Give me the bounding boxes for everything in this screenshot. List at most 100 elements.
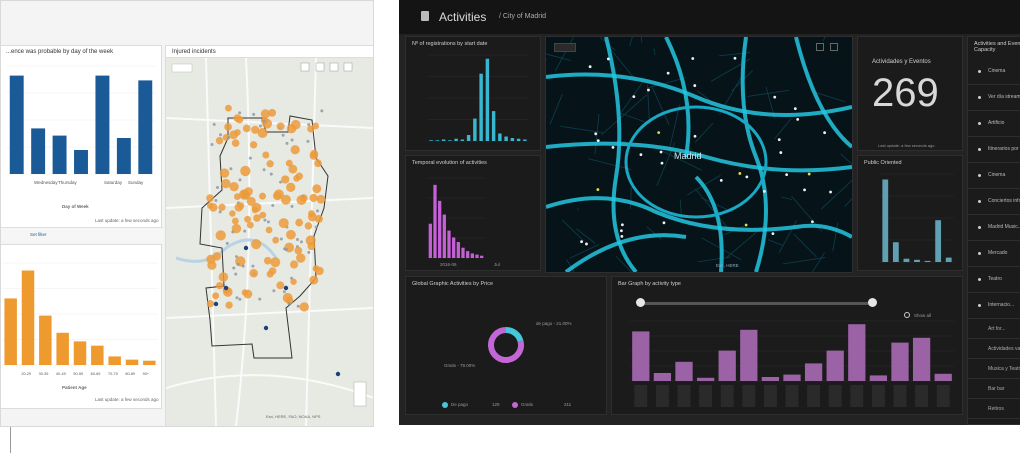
activity-list-footer-item[interactable]: Bar bar	[968, 379, 1020, 399]
incident-point	[284, 242, 295, 253]
map-fullscreen-icon[interactable]	[830, 43, 838, 51]
age-tick-label: 50-59	[73, 372, 83, 376]
activity-list-item[interactable]: Itinerarios por el Parque del Retiro	[968, 137, 1020, 163]
kpi-value: 269	[872, 71, 939, 115]
incident-point	[295, 218, 304, 227]
activity-marker	[639, 153, 643, 157]
bar	[39, 315, 52, 365]
bar	[504, 136, 508, 141]
bar	[4, 298, 17, 365]
incident-point	[276, 122, 285, 131]
activity-list-item[interactable]: Internacio...	[968, 293, 1020, 319]
temporal-chart	[428, 177, 484, 259]
dark-header: Activities / City of Madrid	[399, 0, 1020, 34]
incident-point	[206, 194, 214, 202]
kpi-card: Actividades y Eventos 269 Last update: a…	[857, 36, 963, 151]
incident-point-dark	[223, 285, 229, 291]
street	[577, 208, 579, 211]
activities-list: Cinema Ver día stream Artificio Itinerarios…	[968, 59, 1020, 419]
activity-marker	[596, 139, 600, 143]
kpi-title: Actividades y Eventos	[872, 59, 931, 65]
incident-point	[231, 139, 240, 147]
activity-marker	[611, 145, 615, 149]
range-slider-start-handle[interactable]	[636, 298, 645, 307]
map-tool-icon	[343, 62, 353, 72]
incident-point	[232, 266, 236, 270]
age-tick-label: 90+	[143, 372, 150, 376]
map-zoom-icon[interactable]	[816, 43, 824, 51]
bar	[56, 332, 69, 365]
incident-point	[270, 257, 281, 268]
injured-incidents-map[interactable]	[166, 58, 374, 426]
incident-point	[221, 178, 231, 189]
activity-marker	[745, 175, 749, 179]
bar	[143, 360, 156, 365]
public-oriented-chart	[880, 173, 954, 263]
incident-point	[314, 159, 322, 168]
activity-marker	[606, 57, 610, 61]
category-label-placeholder	[828, 385, 842, 407]
bar	[912, 337, 931, 381]
activity-list-footer-item[interactable]: Art for...	[968, 319, 1020, 339]
incident-point	[259, 192, 267, 200]
dashboard-title: Activities	[439, 10, 487, 24]
activity-list-item[interactable]: Cinema	[968, 59, 1020, 85]
bar	[91, 345, 104, 365]
list-title: Activities and Events Capacity	[974, 41, 1020, 53]
activity-list-footer-item[interactable]: Actividades varias	[968, 339, 1020, 359]
bar	[138, 80, 153, 174]
incident-point	[295, 172, 303, 180]
activity-marker	[647, 88, 650, 92]
incident-point	[299, 302, 309, 312]
bar	[454, 138, 458, 141]
age-tick-label: 70-79	[108, 372, 118, 376]
incident-point	[249, 141, 258, 149]
age-tick-label: 20-29	[21, 372, 31, 376]
incident-point	[229, 167, 233, 171]
category-label-placeholder	[915, 385, 929, 407]
weekday-xlabel: Day of Week	[62, 204, 89, 209]
activity-list-footer-label: Actividades varias	[988, 346, 1020, 352]
age-xlabel: Patient Age	[62, 385, 87, 390]
bullet-icon	[978, 252, 981, 255]
range-slider-track[interactable]	[640, 302, 872, 305]
activity-list-footer-item[interactable]: Musica y Teatro	[968, 359, 1020, 379]
incident-point	[290, 204, 294, 208]
app-menu-icon[interactable]	[421, 11, 429, 21]
activity-marker	[803, 188, 806, 192]
activity-list-item[interactable]: Madrid Music...	[968, 215, 1020, 241]
activity-marker	[657, 131, 661, 135]
incident-point	[258, 124, 262, 128]
map-attribution: Esri, HERE, FAO, NOAA, NPS	[266, 414, 321, 419]
incident-point	[265, 226, 273, 234]
incident-point	[252, 112, 256, 116]
activity-list-item[interactable]: Teatro	[968, 267, 1020, 293]
activity-list-item[interactable]: Cinema	[968, 163, 1020, 189]
bar	[783, 374, 801, 381]
activity-marker	[763, 189, 766, 193]
map-card-title: Injured incidents	[172, 49, 216, 55]
incident-point	[314, 215, 323, 223]
activity-list-item[interactable]: Conciertos info de...	[968, 189, 1020, 215]
incident-point	[262, 151, 270, 159]
activity-marker	[777, 138, 781, 142]
activity-marker	[596, 188, 600, 191]
tab-set-filter[interactable]: Set filter	[30, 232, 47, 237]
activity-list-footer-item[interactable]: Retiros	[968, 399, 1020, 419]
incident-point	[215, 281, 224, 290]
incident-point	[315, 209, 319, 213]
incident-point	[262, 119, 266, 123]
activity-list-item[interactable]: Ver día stream	[968, 85, 1020, 111]
incident-point	[296, 195, 307, 205]
activity-list-item[interactable]: Artificio	[968, 111, 1020, 137]
activity-list-footer-label: Art for...	[988, 326, 1006, 332]
incident-point	[212, 292, 220, 300]
range-slider-end-handle[interactable]	[868, 298, 877, 307]
activity-list-label: Cinema	[988, 172, 1006, 178]
incident-point	[286, 229, 296, 240]
public-title: Public Oriented	[864, 160, 902, 166]
activity-list-item[interactable]: Mercado	[968, 241, 1020, 267]
incident-point	[234, 129, 241, 136]
temporal-tick-0: 2016-06	[440, 262, 457, 267]
madrid-map-card: Madrid Esri, HERE	[545, 36, 853, 273]
